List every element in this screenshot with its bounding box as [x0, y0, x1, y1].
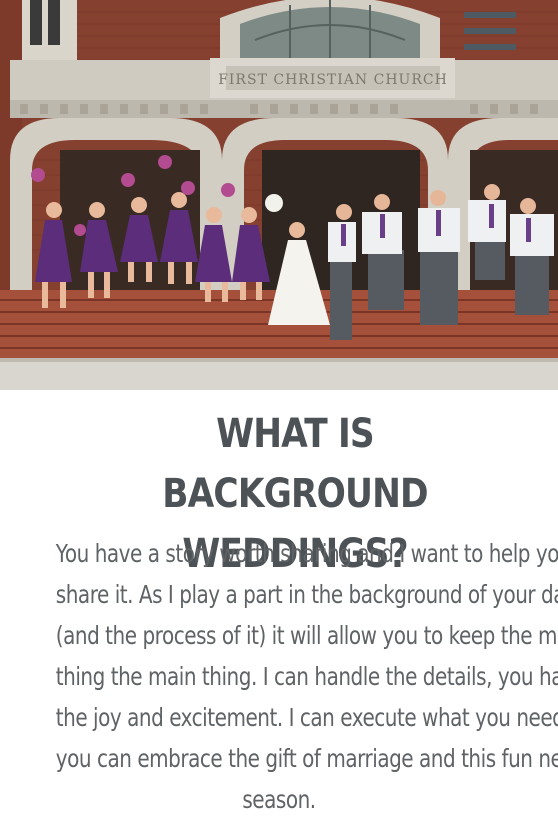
hamburger-menu-icon[interactable]: [462, 8, 518, 54]
body-line: you can embrace the gift of marriage and…: [55, 744, 558, 773]
body-line: You have a story worth sharing and I wan…: [55, 539, 558, 568]
heading-line: WHAT IS BACKGROUND: [162, 411, 428, 517]
menu-bar: [464, 44, 516, 50]
body-line: season.: [242, 785, 316, 814]
body-line: share it. As I play a part in the backgr…: [55, 580, 558, 609]
body-line: thing the main thing. I can handle the d…: [55, 662, 558, 691]
body-line: (and the process of it) it will allow yo…: [55, 621, 558, 650]
svg-text:FIRST CHRISTIAN CHURCH: FIRST CHRISTIAN CHURCH: [218, 72, 448, 88]
hero-image: FIRST CHRISTIAN CHURCH: [0, 0, 558, 390]
section-body: You have a story worth sharing and I wan…: [0, 533, 558, 817]
menu-bar: [464, 12, 516, 18]
body-line: the joy and excitement. I can execute wh…: [55, 703, 558, 732]
menu-bar: [464, 28, 516, 34]
page: FIRST CHRISTIAN CHURCH WHAT IS BACKGROUN…: [0, 0, 558, 817]
hero-photo-illustration: FIRST CHRISTIAN CHURCH: [0, 0, 558, 390]
